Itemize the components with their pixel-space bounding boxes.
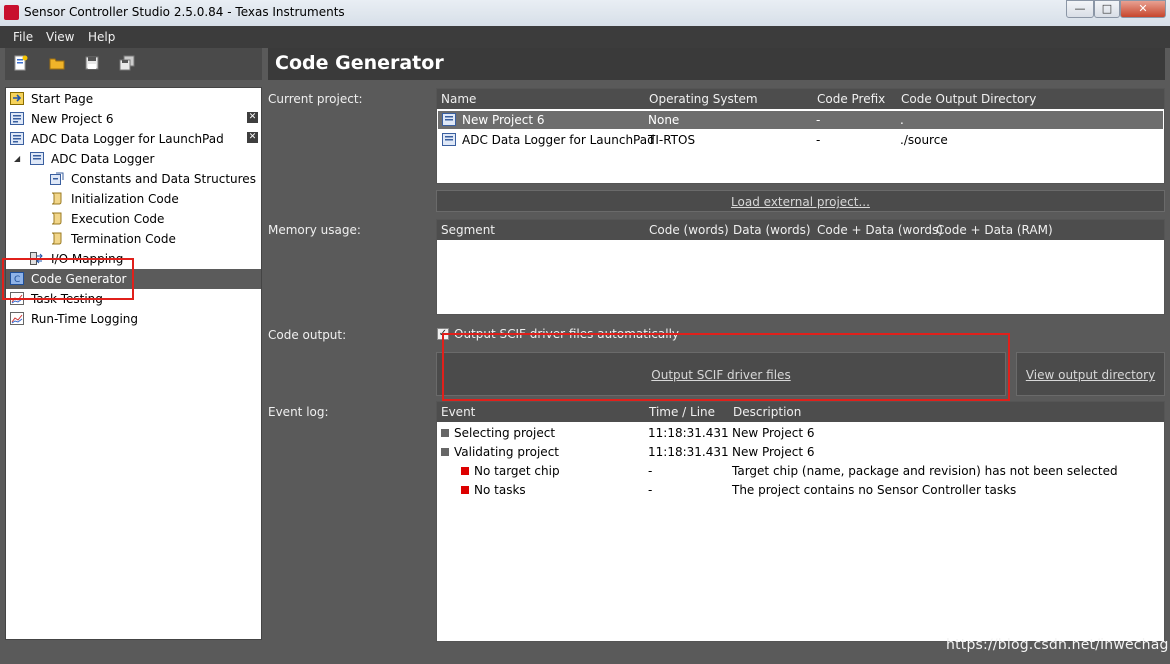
task-icon: [30, 152, 44, 165]
list-item[interactable]: No tasks - The project contains no Senso…: [437, 481, 1164, 500]
column-header[interactable]: Time / Line: [649, 405, 715, 419]
memory-usage-table: Segment Code (words) Data (words) Code +…: [436, 219, 1165, 315]
close-project-new-project-6-button[interactable]: ✕: [247, 112, 258, 123]
current-project-label: Current project:: [268, 92, 363, 106]
list-item[interactable]: No target chip - Target chip (name, pack…: [437, 462, 1164, 481]
tree-item-execution-code[interactable]: Execution Code: [6, 209, 261, 229]
table-row[interactable]: New Project 6 None - .: [438, 111, 1163, 129]
table-row[interactable]: ADC Data Logger for LaunchPad TI-RTOS - …: [438, 131, 1163, 149]
save-all-icon[interactable]: [119, 55, 135, 71]
column-header[interactable]: Description: [733, 405, 801, 419]
column-header[interactable]: Data (words): [733, 223, 811, 237]
table-header: Event Time / Line Description: [437, 402, 1164, 422]
annotation-highlight-output-button: [442, 333, 1010, 401]
column-header[interactable]: Code Prefix: [817, 92, 885, 106]
tree-item-start-page[interactable]: Start Page: [6, 89, 261, 109]
close-window-button[interactable]: ✕: [1120, 0, 1166, 18]
event-log-label: Event log:: [268, 405, 329, 419]
scroll-icon: [51, 212, 62, 225]
current-project-table: Name Operating System Code Prefix Code O…: [436, 88, 1165, 184]
chart-icon: [10, 312, 24, 325]
toolbar: [5, 48, 262, 80]
project-icon: [10, 112, 24, 125]
close-project-adc-data-logger-button[interactable]: ✕: [247, 132, 258, 143]
minimize-button[interactable]: —: [1066, 0, 1094, 18]
column-header[interactable]: Event: [441, 405, 475, 419]
watermark-text: https://blog.csdn.net/inwechag: [946, 637, 1169, 653]
column-header[interactable]: Segment: [441, 223, 495, 237]
info-status-icon: [441, 448, 449, 456]
column-header[interactable]: Code + Data (RAM): [936, 223, 1053, 237]
column-header[interactable]: Operating System: [649, 92, 758, 106]
list-item[interactable]: Validating project 11:18:31.431 New Proj…: [437, 443, 1164, 462]
column-header[interactable]: Code (words): [649, 223, 729, 237]
column-header[interactable]: Name: [441, 92, 476, 106]
column-header[interactable]: Code Output Directory: [901, 92, 1036, 106]
page-header: Code Generator: [268, 48, 1165, 80]
ti-logo-icon: [4, 5, 19, 20]
menu-help[interactable]: Help: [88, 30, 115, 44]
title-bar: Sensor Controller Studio 2.5.0.84 - Texa…: [0, 0, 1170, 26]
project-icon: [442, 133, 456, 146]
annotation-highlight-code-generator: [2, 258, 134, 300]
project-icon: [10, 132, 24, 145]
page-title: Code Generator: [275, 52, 444, 74]
start-page-icon: [10, 92, 24, 105]
error-status-icon: [461, 467, 469, 475]
tree-item-initialization-code[interactable]: Initialization Code: [6, 189, 261, 209]
scroll-icon: [51, 192, 62, 205]
open-folder-icon[interactable]: [49, 55, 65, 71]
list-item[interactable]: Selecting project 11:18:31.431 New Proje…: [437, 424, 1164, 443]
menu-file[interactable]: File: [13, 30, 33, 44]
tree-item-run-time-logging[interactable]: Run-Time Logging: [6, 309, 261, 329]
table-header: Segment Code (words) Data (words) Code +…: [437, 220, 1164, 240]
new-project-icon[interactable]: [13, 55, 29, 71]
column-header[interactable]: Code + Data (words): [817, 223, 943, 237]
tree-item-adc-data-logger-launchpad[interactable]: ADC Data Logger for LaunchPad ✕: [6, 129, 261, 149]
load-external-project-button[interactable]: Load external project...: [436, 190, 1165, 212]
project-tree: Start Page New Project 6 ✕ ADC Data Logg…: [5, 87, 262, 640]
expand-collapse-icon[interactable]: ◢: [14, 149, 20, 169]
menu-bar: File View Help: [0, 26, 1170, 48]
project-icon: [442, 113, 456, 126]
constants-icon: [50, 172, 64, 185]
tree-item-new-project-6[interactable]: New Project 6 ✕: [6, 109, 261, 129]
tree-item-adc-data-logger-task[interactable]: ◢ ADC Data Logger: [6, 149, 261, 169]
code-output-label: Code output:: [268, 328, 347, 342]
event-log-table: Event Time / Line Description Selecting …: [436, 401, 1165, 642]
maximize-button[interactable]: □: [1094, 0, 1120, 18]
view-output-directory-button[interactable]: View output directory: [1016, 352, 1165, 396]
memory-usage-label: Memory usage:: [268, 223, 361, 237]
menu-view[interactable]: View: [46, 30, 74, 44]
table-header: Name Operating System Code Prefix Code O…: [437, 89, 1164, 109]
info-status-icon: [441, 429, 449, 437]
save-icon[interactable]: [84, 55, 100, 71]
tree-item-termination-code[interactable]: Termination Code: [6, 229, 261, 249]
scroll-icon: [51, 232, 62, 245]
error-status-icon: [461, 486, 469, 494]
window-title: Sensor Controller Studio 2.5.0.84 - Texa…: [24, 5, 345, 19]
tree-item-constants-data-structures[interactable]: Constants and Data Structures: [6, 169, 261, 189]
